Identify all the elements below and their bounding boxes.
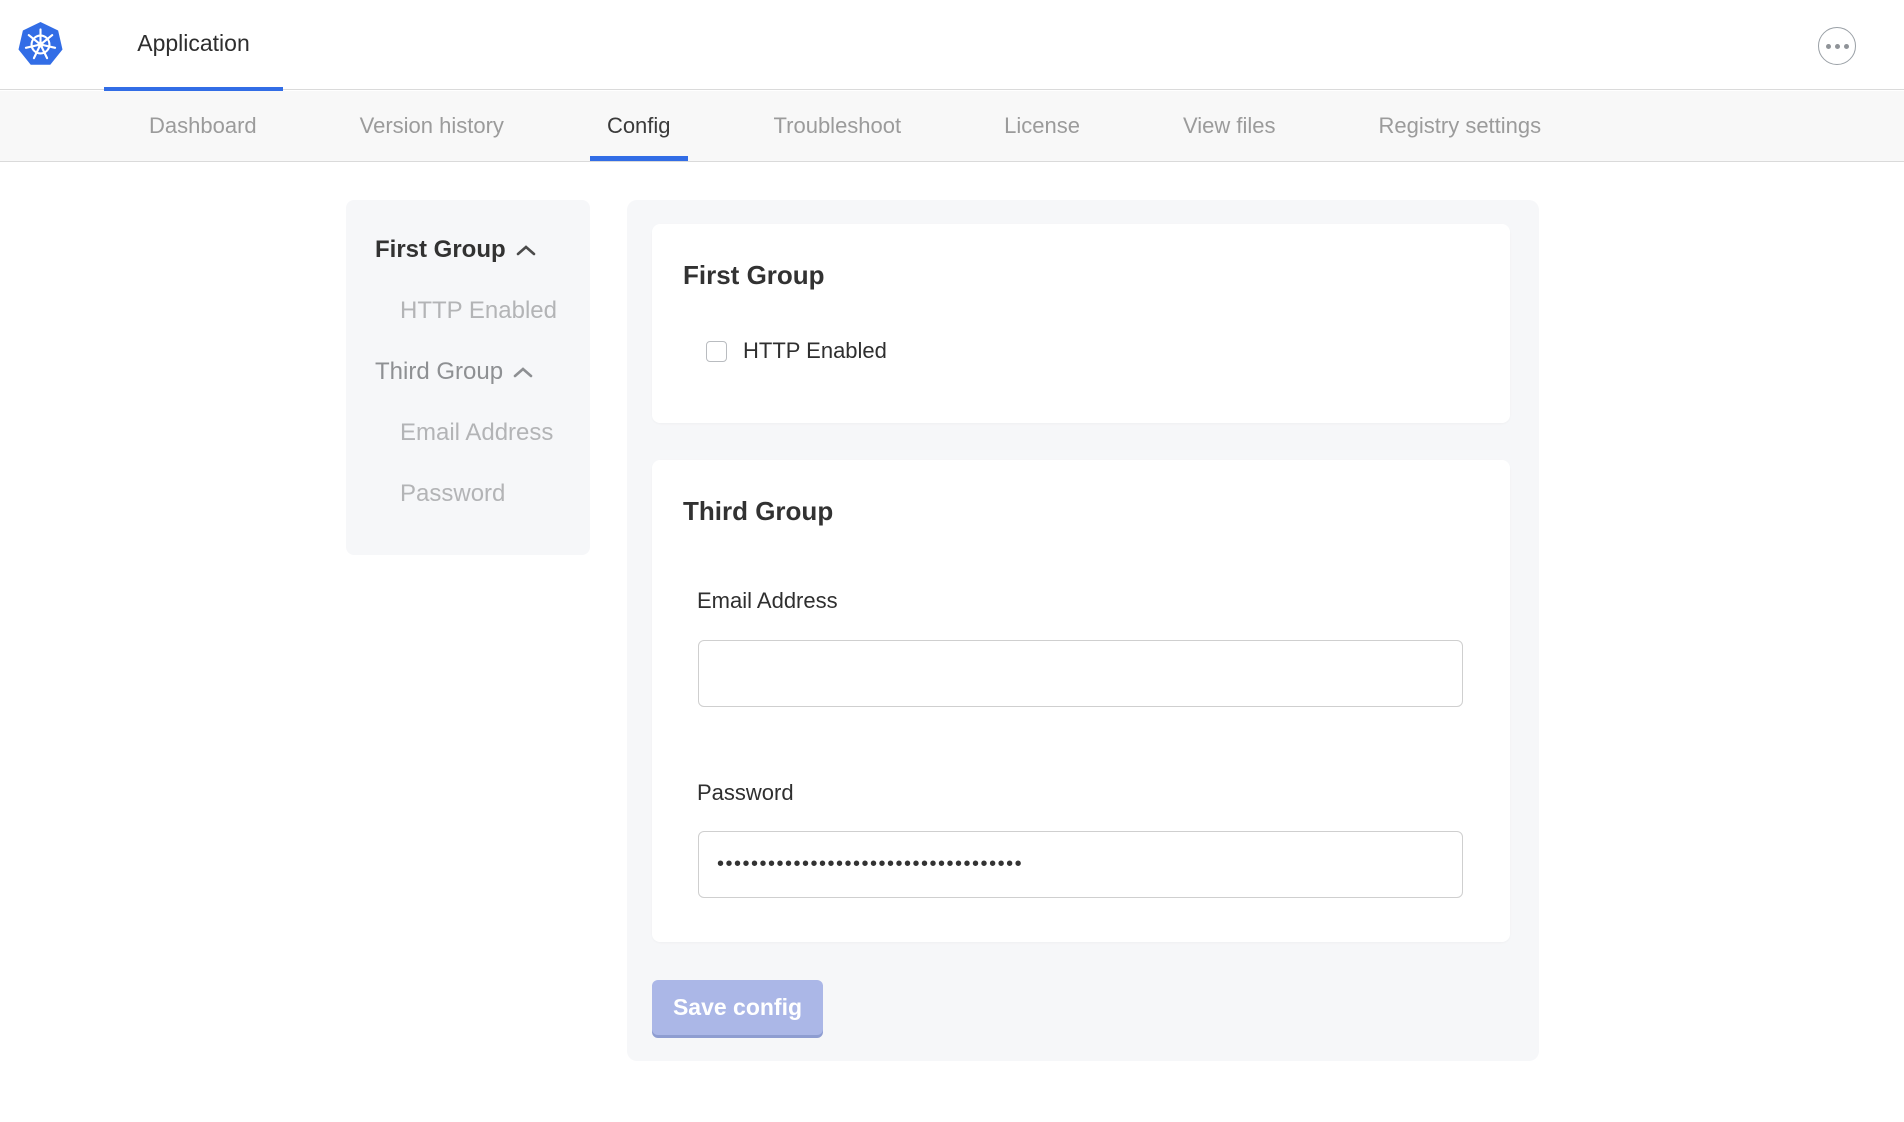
config-group-third-group: Third Group Email Address Password [652,460,1510,942]
header-tab-application[interactable]: Application [104,0,283,91]
group-title: Third Group [683,496,833,526]
tab-dashboard[interactable]: Dashboard [132,91,274,161]
admin-console-page: { "header": { "logo_icon": "kubernetes-l… [0,0,1904,1122]
app-header: Application [0,0,1904,90]
save-config-button[interactable]: Save config [652,980,823,1035]
email-address-label: Email Address [697,588,838,614]
sidebar-item-first-group[interactable]: First Group [375,237,590,263]
sidebar-item-label: Third Group [375,358,503,386]
sidebar-item-password[interactable]: Password [400,481,590,507]
config-sidebar: First Group HTTP Enabled Third Group Ema… [346,200,590,555]
tab-troubleshoot[interactable]: Troubleshoot [757,91,919,161]
kubernetes-logo-icon [17,21,64,68]
http-enabled-label[interactable]: HTTP Enabled [743,338,887,364]
sidebar-item-http-enabled[interactable]: HTTP Enabled [400,298,590,324]
sidebar-item-third-group[interactable]: Third Group [375,359,590,385]
config-group-first-group: First Group HTTP Enabled [652,224,1510,423]
sidebar-item-label: Email Address [400,419,553,447]
tab-config[interactable]: Config [590,91,688,161]
password-input[interactable] [698,831,1463,898]
tab-version-history[interactable]: Version history [343,91,521,161]
email-address-input[interactable] [698,640,1463,707]
sidebar-item-label: Password [400,480,505,508]
http-enabled-field: HTTP Enabled [706,338,887,364]
chevron-up-icon[interactable] [516,244,536,256]
chevron-up-icon[interactable] [513,366,533,378]
sidebar-item-label: First Group [375,236,506,264]
config-panel: First Group HTTP Enabled Third Group Ema… [627,200,1539,1061]
sidebar-item-email-address[interactable]: Email Address [400,420,590,446]
http-enabled-checkbox[interactable] [706,341,727,362]
password-label: Password [697,780,794,806]
application-tab-label: Application [137,30,250,57]
sidebar-item-label: HTTP Enabled [400,297,557,325]
group-title: First Group [683,260,825,290]
tab-view-files[interactable]: View files [1166,91,1293,161]
tab-license[interactable]: License [987,91,1097,161]
app-navbar: Dashboard Version history Config Trouble… [0,91,1904,162]
ellipsis-menu-icon[interactable] [1818,27,1856,65]
tab-registry-settings[interactable]: Registry settings [1362,91,1559,161]
